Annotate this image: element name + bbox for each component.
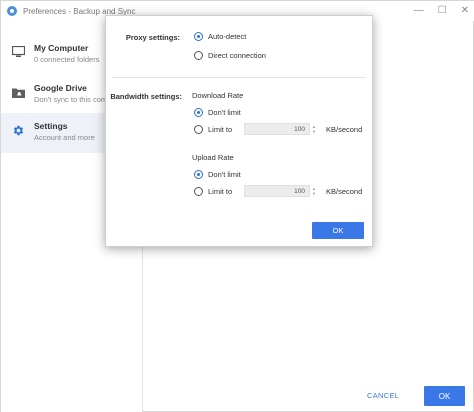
radio-label: Auto-detect <box>208 32 247 41</box>
maximize-button[interactable]: ☐ <box>438 5 447 16</box>
proxy-auto-detect-option[interactable]: Auto-detect <box>194 32 246 41</box>
bandwidth-settings-label: Bandwidth settings: <box>110 92 182 101</box>
preferences-window: Preferences - Backup and Sync — ☐ ✕ My C… <box>0 0 474 412</box>
network-settings-dialog: Proxy settings: Auto-detect Direct conne… <box>105 15 373 247</box>
proxy-direct-connection-option[interactable]: Direct connection <box>194 51 266 60</box>
sidebar-item-subtitle: Account and more <box>34 133 95 142</box>
download-limit-input[interactable]: 100 <box>244 123 310 135</box>
download-limit-to-option[interactable]: Limit to <box>194 125 232 134</box>
ok-button[interactable]: OK <box>424 386 465 406</box>
sidebar-item-subtitle: 0 connected folders <box>34 55 100 64</box>
sidebar-item-title: Settings <box>34 121 68 131</box>
divider <box>112 77 366 78</box>
download-rate-heading: Download Rate <box>192 91 244 100</box>
radio-label: Don't limit <box>208 108 241 117</box>
sidebar-item-title: My Computer <box>34 43 89 53</box>
upload-limit-input[interactable]: 100 <box>244 185 310 197</box>
upload-unit-label: KB/second <box>326 187 363 196</box>
upload-rate-heading: Upload Rate <box>192 153 234 162</box>
radio-label: Limit to <box>208 125 233 134</box>
backup-sync-logo-icon <box>7 6 17 16</box>
drive-folder-icon <box>11 85 25 99</box>
cancel-button[interactable]: CANCEL <box>367 391 399 400</box>
window-controls: — ☐ ✕ <box>414 5 469 16</box>
download-limit-stepper[interactable]: ▲ ▼ <box>311 123 317 135</box>
monitor-icon <box>11 45 25 59</box>
radio-button[interactable] <box>194 187 203 196</box>
radio-button[interactable] <box>194 125 203 134</box>
upload-limit-stepper[interactable]: ▲ ▼ <box>311 185 317 197</box>
radio-label: Don't limit <box>208 170 241 179</box>
gear-icon <box>11 123 25 137</box>
dialog-ok-button[interactable]: OK <box>312 222 364 239</box>
close-button[interactable]: ✕ <box>461 5 469 16</box>
radio-label: Limit to <box>208 187 233 196</box>
radio-button[interactable] <box>194 51 203 60</box>
minimize-button[interactable]: — <box>414 5 424 16</box>
radio-button[interactable] <box>194 108 203 117</box>
radio-label: Direct connection <box>208 51 266 60</box>
upload-limit-to-option[interactable]: Limit to <box>194 187 232 196</box>
proxy-settings-label: Proxy settings: <box>125 33 180 42</box>
radio-button[interactable] <box>194 32 203 41</box>
radio-button[interactable] <box>194 170 203 179</box>
download-unit-label: KB/second <box>326 125 363 134</box>
download-dont-limit-option[interactable]: Don't limit <box>194 108 241 117</box>
upload-dont-limit-option[interactable]: Don't limit <box>194 170 241 179</box>
